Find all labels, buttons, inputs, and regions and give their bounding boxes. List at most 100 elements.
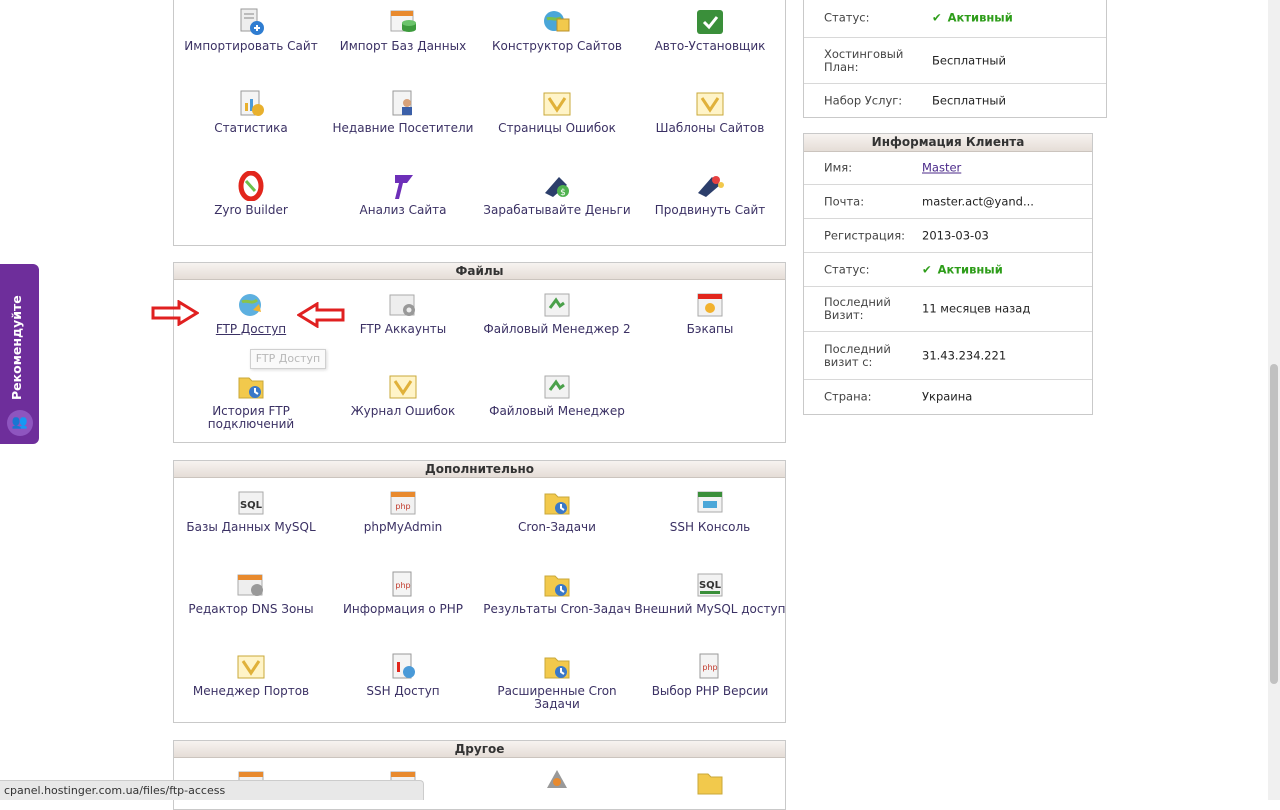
error-pages-icon	[541, 89, 573, 119]
tile-label: Информация о PHP	[342, 602, 464, 616]
status-text: Активный	[947, 10, 1013, 25]
tile-phpmyadmin[interactable]: php phpMyAdmin	[327, 486, 479, 568]
tile-label: Файловый Менеджер	[489, 404, 625, 418]
tile-recent-visitors[interactable]: Недавние Посетители	[327, 87, 479, 169]
tile-label: Выбор PHP Версии	[651, 684, 769, 698]
tile-label: Zyro Builder	[214, 203, 288, 217]
error-log-icon	[387, 372, 419, 402]
info-row: Регистрация: 2013-03-03	[804, 219, 1092, 253]
svg-text:$: $	[560, 188, 566, 198]
file-manager-2-icon	[541, 290, 573, 320]
tile-label: Продвинуть Сайт	[654, 203, 766, 217]
other-tool-icon[interactable]	[541, 764, 573, 794]
tile-auto-installer[interactable]: Авто-Установщик	[634, 5, 786, 87]
remote-mysql-icon: SQL	[694, 570, 726, 600]
php-version-icon: php	[694, 652, 726, 682]
tile-site-builder[interactable]: Конструктор Сайтов	[481, 5, 633, 87]
arrow-left-icon	[297, 302, 345, 328]
tile-mysql[interactable]: SQL Базы Данных MySQL	[175, 486, 327, 568]
tile-error-pages[interactable]: Страницы Ошибок	[481, 87, 633, 169]
tile-zyro[interactable]: Zyro Builder	[175, 169, 327, 251]
info-row: Почта: master.act@yand...	[804, 185, 1092, 219]
tile-label: История FTP подключений	[207, 404, 295, 431]
recommend-tab[interactable]: Рекомендуйте 👥	[0, 264, 39, 444]
tile-ftp-accounts[interactable]: FTP Аккаунты	[327, 288, 479, 370]
tile-label: FTP Аккаунты	[359, 322, 447, 336]
tile-file-manager-2[interactable]: Файловый Менеджер 2	[481, 288, 633, 370]
tile-error-log[interactable]: Журнал Ошибок	[327, 370, 479, 452]
tile-ssh-console[interactable]: SSH Консоль	[634, 486, 786, 568]
tile-backups[interactable]: Бэкапы	[634, 288, 786, 370]
tile-label: Шаблоны Сайтов	[655, 121, 765, 135]
tile-label: Недавние Посетители	[332, 121, 474, 135]
info-key: Регистрация:	[824, 228, 905, 242]
info-key: Страна:	[824, 389, 872, 404]
tile-label: Бэкапы	[686, 322, 734, 336]
scrollbar-thumb[interactable]	[1270, 364, 1278, 684]
extra-panel: Дополнительно SQL Базы Данных MySQL php …	[173, 460, 786, 723]
tile-dns-editor[interactable]: Редактор DNS Зоны	[175, 568, 327, 650]
info-row: Статус: ✔ Активный	[804, 253, 1092, 287]
ftp-access-tooltip: FTP Доступ	[250, 349, 326, 369]
client-name-link[interactable]: Master	[922, 161, 961, 175]
client-info-title: Информация Клиента	[804, 134, 1092, 152]
cron-icon	[541, 488, 573, 518]
tile-label: Авто-Установщик	[654, 39, 766, 53]
tile-ssh-access[interactable]: SSH Доступ	[327, 650, 479, 732]
info-key: Статус:	[824, 10, 870, 25]
info-value: ✔ Активный	[932, 10, 1013, 25]
status-bar-url: cpanel.hostinger.com.ua/files/ftp-access	[0, 780, 424, 800]
panel-title: Другое	[174, 741, 785, 758]
users-icon: 👥	[7, 410, 33, 436]
scrollbar[interactable]	[1268, 0, 1280, 800]
info-key: Последний Визит:	[824, 295, 891, 322]
tile-label: Страницы Ошибок	[498, 121, 616, 135]
ssh-console-icon	[694, 488, 726, 518]
tile-remote-mysql[interactable]: SQL Внешний MySQL доступ	[634, 568, 786, 650]
earn-money-icon: $	[541, 171, 573, 201]
statistics-icon	[235, 89, 267, 119]
tile-port-manager[interactable]: Менеджер Портов	[175, 650, 327, 732]
backups-icon	[694, 290, 726, 320]
tile-cron-results[interactable]: Результаты Cron-Задач	[481, 568, 633, 650]
file-manager-icon	[541, 372, 573, 402]
ftp-history-icon	[235, 372, 267, 402]
tile-label: Зарабатывайте Деньги	[483, 203, 631, 217]
tile-label: Редактор DNS Зоны	[188, 602, 314, 616]
tile-promote-site[interactable]: Продвинуть Сайт	[634, 169, 786, 251]
tile-import-db[interactable]: Импорт Баз Данных	[327, 5, 479, 87]
tile-label: SSH Консоль	[669, 520, 751, 534]
tile-label: Результаты Cron-Задач	[483, 602, 631, 616]
tile-label: Внешний MySQL доступ	[634, 602, 786, 616]
svg-text:php: php	[395, 581, 410, 590]
tile-earn-money[interactable]: $ Зарабатывайте Деньги	[481, 169, 633, 251]
tile-label: Импорт Баз Данных	[339, 39, 467, 53]
site-analysis-icon	[387, 171, 419, 201]
tile-site-analysis[interactable]: Анализ Сайта	[327, 169, 479, 251]
info-key: Имя:	[824, 160, 853, 175]
tile-file-manager[interactable]: Файловый Менеджер	[481, 370, 633, 452]
other-tool-icon[interactable]	[694, 768, 726, 798]
ftp-access-icon	[235, 290, 267, 320]
tile-ftp-history[interactable]: История FTP подключений	[175, 370, 327, 452]
ssh-access-icon	[387, 652, 419, 682]
tile-label: SSH Доступ	[366, 684, 440, 698]
tile-import-site[interactable]: Импортировать Сайт	[175, 5, 327, 87]
site-templates-icon	[694, 89, 726, 119]
info-key: Набор Услуг:	[824, 93, 903, 107]
tile-label: Cron-Задачи	[518, 520, 596, 534]
tile-statistics[interactable]: Статистика	[175, 87, 327, 169]
tile-label: Конструктор Сайтов	[492, 39, 622, 53]
tile-label: Импортировать Сайт	[184, 39, 318, 53]
info-key: Почта:	[824, 194, 865, 208]
tile-php-version[interactable]: php Выбор PHP Версии	[634, 650, 786, 732]
zyro-icon	[235, 171, 267, 201]
tile-label: Анализ Сайта	[359, 203, 447, 217]
info-value: 11 месяцев назад	[922, 301, 1031, 316]
tile-site-templates[interactable]: Шаблоны Сайтов	[634, 87, 786, 169]
import-site-icon	[235, 7, 267, 37]
tile-advanced-cron[interactable]: Расширенные Cron Задачи	[481, 650, 633, 732]
tile-label: Базы Данных MySQL	[186, 520, 316, 534]
tile-php-info[interactable]: php Информация о PHP	[327, 568, 479, 650]
tile-cron[interactable]: Cron-Задачи	[481, 486, 633, 568]
